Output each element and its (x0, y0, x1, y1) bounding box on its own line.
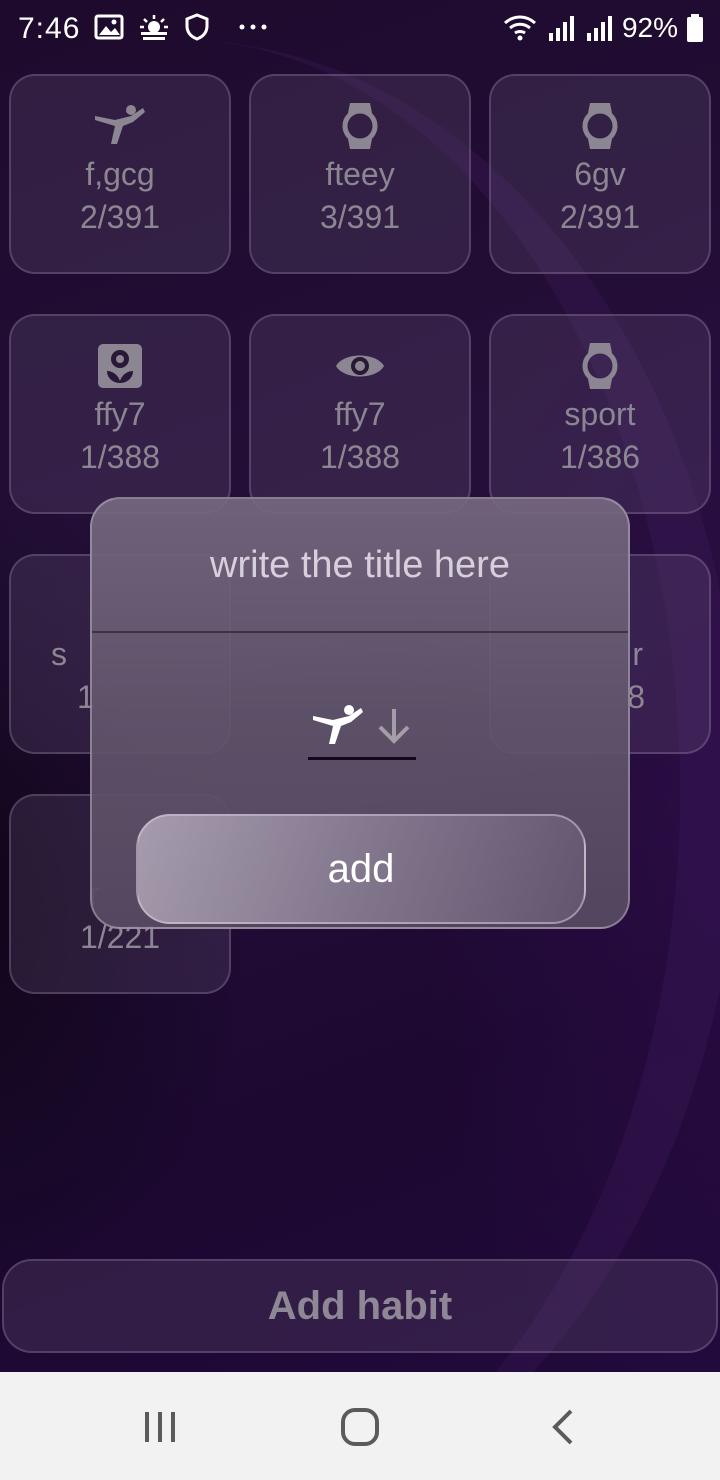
status-icons-right: 92% (502, 12, 704, 44)
watch-icon (340, 102, 380, 150)
weather-icon (140, 15, 168, 40)
status-time: 7:46 (18, 12, 81, 45)
add-habit-dialog: add (90, 497, 630, 929)
habit-title: 6gv (574, 156, 626, 192)
flower-icon (97, 342, 143, 390)
habit-count: 1/386 (559, 439, 641, 475)
habit-title: f,gcg (85, 156, 155, 192)
habit-count: 1/388 (79, 439, 161, 475)
habit-card[interactable]: ffy7 1/388 (249, 314, 471, 514)
habit-title: fteey (325, 156, 395, 192)
gallery-icon (94, 14, 124, 40)
habit-count: 2/391 (79, 199, 161, 235)
add-habit-button[interactable]: Add habit (2, 1259, 718, 1353)
shield-icon (185, 13, 209, 41)
watch-icon (580, 342, 620, 390)
status-icons-left (94, 12, 268, 42)
habit-title: ffy7 (94, 396, 146, 432)
karate-icon (93, 102, 147, 150)
icon-dropdown[interactable] (308, 695, 416, 760)
signal-icon (548, 16, 574, 41)
home-button[interactable] (340, 1402, 380, 1452)
habit-count: 3/391 (319, 199, 401, 235)
back-icon (552, 1409, 573, 1445)
signal-icon (586, 16, 612, 41)
habit-card[interactable]: ffy7 1/388 (9, 314, 231, 514)
habit-count: 1/388 (319, 439, 401, 475)
back-button[interactable] (548, 1402, 578, 1452)
wifi-icon (503, 15, 536, 41)
battery-percent: 92% (621, 12, 678, 43)
habit-count: 2/391 (559, 199, 641, 235)
karate-icon (313, 705, 363, 744)
habit-card[interactable]: f,gcg 2/391 (9, 74, 231, 274)
arrow-down-icon (378, 709, 410, 744)
habit-card[interactable]: 6gv 2/391 (489, 74, 711, 274)
title-input[interactable] (92, 499, 628, 633)
watch-icon (580, 102, 620, 150)
habit-title: sport (564, 396, 636, 432)
more-dots-icon (239, 24, 267, 30)
recent-apps-icon (145, 1412, 175, 1442)
eye-icon (334, 342, 386, 390)
status-bar: 7:46 92% (0, 0, 720, 60)
add-button[interactable]: add (136, 814, 586, 924)
recent-apps-button[interactable] (142, 1402, 178, 1452)
habit-card[interactable]: sport 1/386 (489, 314, 711, 514)
habit-title: s (51, 636, 67, 672)
habit-title: ffy7 (334, 396, 386, 432)
home-icon (341, 1408, 379, 1446)
battery-icon (687, 14, 703, 42)
habit-title: r (632, 636, 643, 672)
habit-card[interactable]: fteey 3/391 (249, 74, 471, 274)
navigation-bar (0, 1372, 720, 1480)
